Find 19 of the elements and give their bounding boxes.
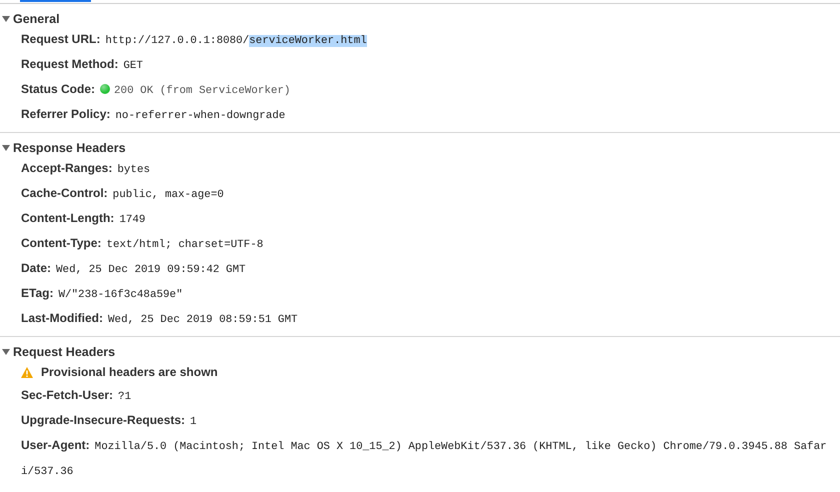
header-line: Referrer Policy: no-referrer-when-downgrade <box>20 106 286 124</box>
header-name: Status Code: <box>21 82 96 96</box>
header-line: Accept-Ranges: bytes <box>20 160 152 178</box>
header-line: Request URL: http://127.0.0.1:8080/serviceWorker.html <box>20 31 368 49</box>
header-line: Cache-Control: public, max-age=0 <box>20 185 225 203</box>
header-line: User-Agent: Mozilla/5.0 (Macintosh; Intel Mac OS X 10_15_2) AppleWebKit/537.36 (KHTML, like Gecko) Chrome/79.0.3945.88 Safari/537.36 <box>20 437 828 480</box>
header-line: Content-Type: text/html; charset=UTF-8 <box>20 235 264 253</box>
section-header[interactable]: General <box>0 10 66 28</box>
section-header[interactable]: Response Headers <box>0 139 132 157</box>
header-line: Content-Length: 1749 <box>20 210 146 228</box>
header-line: Upgrade-Insecure-Requests: 1 <box>20 412 198 430</box>
header-line: Sec-Fetch-User: ?1 <box>20 387 132 405</box>
header-line: Last-Modified: Wed, 25 Dec 2019 08:59:51 GMT <box>20 310 299 328</box>
warning-text: Provisional headers are shown <box>41 364 218 381</box>
header-line: ETag: W/"238-16f3c48a59e" <box>20 285 184 303</box>
section-header[interactable]: Request Headers <box>0 343 122 361</box>
header-line: Date: Wed, 25 Dec 2019 09:59:42 GMT <box>20 260 247 278</box>
header-line: Request Method: GET <box>20 56 144 74</box>
header-value: 200 OK (from ServiceWorker) <box>114 85 290 97</box>
